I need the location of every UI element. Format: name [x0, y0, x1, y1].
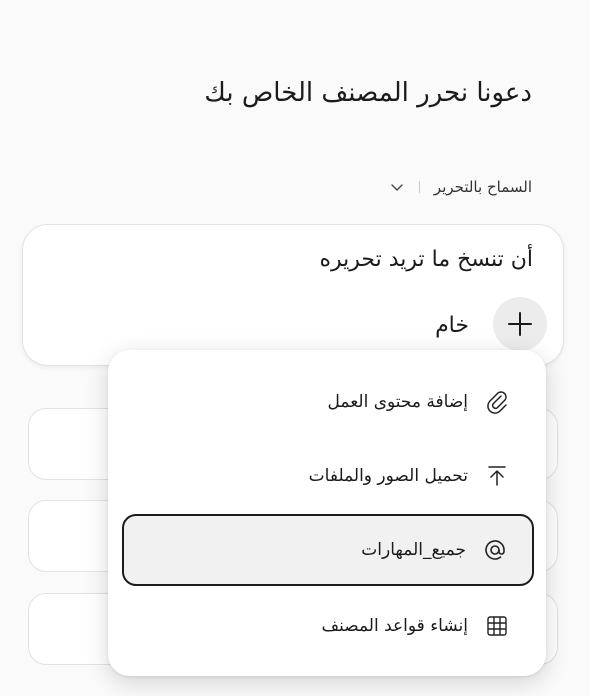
chevron-down-icon[interactable] — [389, 179, 405, 195]
menu-item-create-rules[interactable]: إنشاء قواعد المصنف — [122, 590, 534, 662]
grid-icon — [484, 613, 510, 639]
mode-label[interactable]: خام — [435, 313, 469, 338]
permission-row: السماح بالتحرير — [389, 178, 532, 196]
plus-icon — [506, 310, 534, 338]
add-menu: إضافة محتوى العمل تحميل الصور والملفات ج… — [108, 350, 546, 676]
menu-item-label: تحميل الصور والملفات — [308, 466, 468, 486]
page-title: دعونا نحرر المصنف الخاص بك — [204, 78, 532, 108]
prompt-input[interactable]: أن تنسخ ما تريد تحريره — [319, 247, 533, 272]
paperclip-icon — [484, 389, 510, 415]
menu-item-add-work-content[interactable]: إضافة محتوى العمل — [122, 366, 534, 438]
menu-item-label: إنشاء قواعد المصنف — [321, 616, 468, 636]
divider — [418, 181, 420, 193]
upload-icon — [484, 463, 510, 489]
menu-item-label: إضافة محتوى العمل — [327, 392, 469, 412]
menu-item-label: جميع_المهارات — [361, 540, 466, 560]
menu-item-all-skills[interactable]: جميع_المهارات — [122, 514, 534, 586]
add-button[interactable] — [493, 297, 547, 351]
prompt-composer[interactable]: أن تنسخ ما تريد تحريره خام — [22, 224, 564, 366]
permission-label: السماح بالتحرير — [433, 178, 532, 196]
menu-item-upload-files[interactable]: تحميل الصور والملفات — [122, 440, 534, 512]
at-icon — [482, 537, 508, 563]
